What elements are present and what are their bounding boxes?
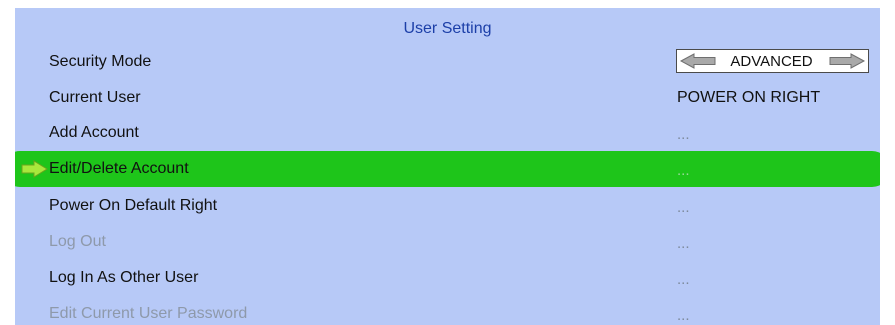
- ellipsis-indicator: ...: [677, 307, 690, 324]
- menu-row-add-account[interactable]: Add Account ...: [15, 115, 880, 151]
- menu-row-label: Log In As Other User: [49, 269, 199, 286]
- security-mode-value: ADVANCED: [730, 53, 813, 70]
- menu-row-log-out: Log Out ...: [15, 224, 880, 260]
- menu-row-label: Current User: [49, 89, 141, 106]
- user-setting-panel: User Setting Security Mode ADVANCED Curr…: [15, 8, 880, 325]
- menu-row-label: Edit Current User Password: [49, 305, 248, 322]
- menu-row-security-mode[interactable]: Security Mode ADVANCED: [15, 44, 880, 80]
- menu-row-current-user: Current User POWER ON RIGHT: [15, 80, 880, 116]
- ellipsis-indicator: ...: [677, 271, 690, 288]
- menu-row-edit-current-user-password: Edit Current User Password ...: [15, 296, 880, 325]
- menu-row-label: Add Account: [49, 124, 139, 141]
- menu-row-log-in-as-other-user[interactable]: Log In As Other User ...: [15, 260, 880, 296]
- ellipsis-indicator: ...: [677, 199, 690, 216]
- menu-row-power-on-default-right[interactable]: Power On Default Right ...: [15, 188, 880, 224]
- menu-row-label: Edit/Delete Account: [49, 160, 189, 177]
- left-arrow-icon[interactable]: [680, 53, 716, 69]
- ellipsis-indicator: ...: [677, 126, 690, 143]
- screen: User Setting Security Mode ADVANCED Curr…: [0, 0, 895, 325]
- right-arrow-icon: [21, 160, 48, 178]
- security-mode-selector[interactable]: ADVANCED: [676, 49, 869, 73]
- right-arrow-icon[interactable]: [829, 53, 865, 69]
- menu-row-label: Log Out: [49, 233, 106, 250]
- ellipsis-indicator: ...: [677, 162, 690, 179]
- current-user-value: POWER ON RIGHT: [677, 89, 821, 106]
- menu-row-edit-delete-account[interactable]: Edit/Delete Account ...: [15, 151, 880, 187]
- panel-title: User Setting: [403, 20, 492, 37]
- menu-row-label: Security Mode: [49, 53, 152, 70]
- menu-row-label: Power On Default Right: [49, 197, 218, 214]
- ellipsis-indicator: ...: [677, 235, 690, 252]
